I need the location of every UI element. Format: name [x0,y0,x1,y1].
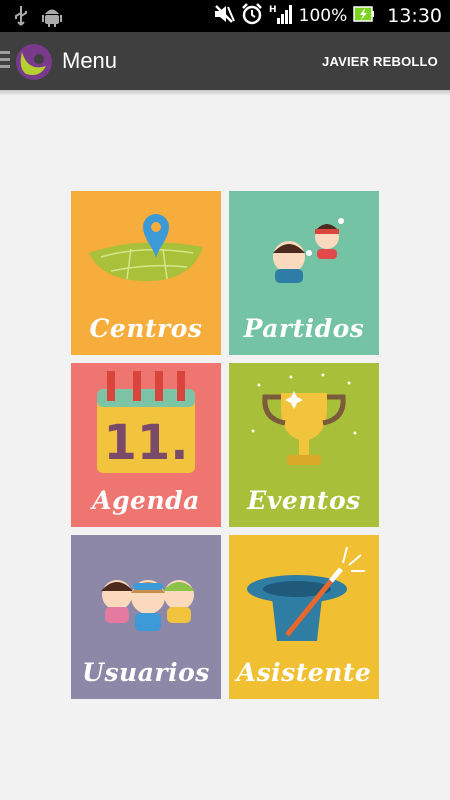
svg-text:H: H [269,5,277,15]
kids-playing-icon [273,218,344,283]
tile-label: Centros [89,314,203,343]
tile-asistente[interactable]: Asistente [229,535,379,699]
tile-agenda[interactable]: 11. Agenda [71,363,221,527]
android-debug-icon [42,5,62,32]
trophy-icon [251,373,357,465]
action-bar-shadow [0,90,450,96]
status-bar: H 100% 13:30 [0,0,450,32]
calendar-day-number: 11. [103,415,189,471]
magic-hat-icon [247,546,365,641]
tile-centros[interactable]: Centros [71,191,221,355]
tile-label: Agenda [92,486,200,515]
tile-usuarios[interactable]: Usuarios [71,535,221,699]
tile-partidos[interactable]: Partidos [229,191,379,355]
signal-h-icon: H [269,3,293,30]
page-title: Menu [62,48,118,73]
silent-icon [213,3,235,30]
tile-label: Eventos [247,486,361,515]
battery-icon [353,5,375,28]
drawer-indicator-icon[interactable] [0,51,10,72]
action-bar: Menu JAVIER REBOLLO [0,32,450,90]
tile-label: Partidos [243,314,365,343]
children-group-icon [101,580,195,631]
tile-label: Asistente [236,658,372,687]
alarm-icon [241,2,263,30]
tile-eventos[interactable]: Eventos [229,363,379,527]
battery-percent: 100% [298,6,348,26]
menu-grid: Centros Partidos 11. Agenda Eventos Usua… [71,191,379,699]
app-logo-icon[interactable] [14,42,54,82]
usb-icon [14,5,28,32]
user-name[interactable]: JAVIER REBOLLO [322,54,438,69]
clock: 13:30 [387,5,442,27]
tile-label: Usuarios [82,658,210,687]
map-pin-field-icon [89,214,203,282]
